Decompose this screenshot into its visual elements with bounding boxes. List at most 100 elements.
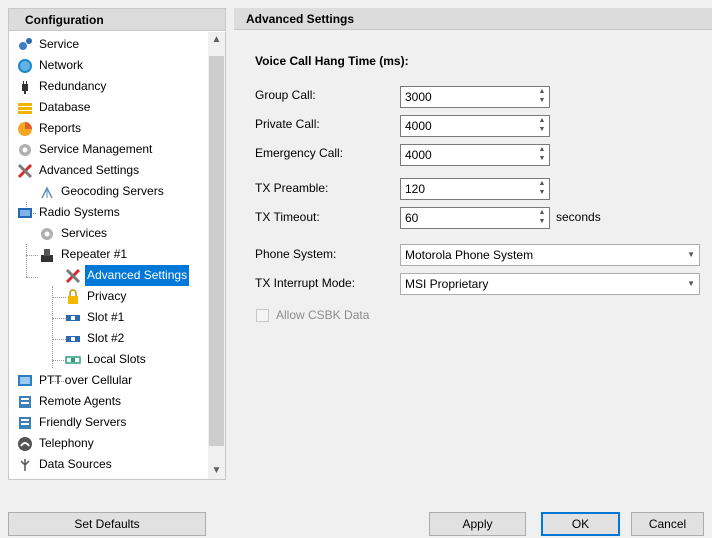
configuration-header: Configuration xyxy=(9,9,225,31)
tx-timeout-unit: seconds xyxy=(556,210,601,224)
redundancy-plug-icon xyxy=(17,79,33,95)
slot-icon xyxy=(65,331,81,347)
advanced-settings-panel: Advanced Settings Voice Call Hang Time (… xyxy=(234,8,712,480)
tree-item-slot-2[interactable]: Slot #2 xyxy=(65,328,126,349)
friendly-servers-icon xyxy=(17,415,33,431)
tree-item-advanced-settings[interactable]: Advanced Settings xyxy=(65,265,190,286)
chevron-down-icon[interactable]: ▼ xyxy=(687,245,695,265)
tree-item-label: Network xyxy=(39,58,84,72)
telephony-icon xyxy=(17,436,33,452)
emergency-call-value: 4000 xyxy=(405,148,432,162)
group-call-value: 3000 xyxy=(405,90,432,104)
apply-button[interactable]: Apply xyxy=(429,512,526,536)
tree-item-label: Slot #1 xyxy=(87,310,125,324)
tree-item-geocoding-servers[interactable]: Geocoding Servers xyxy=(39,181,166,202)
tree-item-data-sources[interactable]: Data Sources xyxy=(17,454,114,475)
tx-timeout-label: TX Timeout: xyxy=(255,210,320,224)
geocoding-icon xyxy=(39,184,55,200)
private-call-spinner[interactable]: 4000 ▲ ▼ xyxy=(400,115,550,137)
tx-interrupt-select[interactable]: MSI Proprietary ▼ xyxy=(400,273,700,295)
tree-item-advanced-settings[interactable]: Advanced Settings xyxy=(17,160,141,181)
allow-csbk-checkbox[interactable] xyxy=(256,309,269,322)
slot-icon xyxy=(65,310,81,326)
tree-item-label: Email xyxy=(37,475,71,479)
tree-item-label: Geocoding Servers xyxy=(61,184,164,198)
service-gear-icon xyxy=(17,37,33,53)
tree-item-service[interactable]: Service xyxy=(17,34,81,55)
radio-systems-icon xyxy=(17,205,33,221)
phone-system-label: Phone System: xyxy=(255,247,337,261)
configuration-panel: Configuration Service Network Redundancy Da… xyxy=(8,8,226,480)
tree-item-label: Data Sources xyxy=(39,457,112,471)
tree-item-friendly-servers[interactable]: Friendly Servers xyxy=(17,412,128,433)
tree-item-radio-systems[interactable]: Radio Systems xyxy=(17,202,122,223)
private-call-label: Private Call: xyxy=(255,117,320,131)
tree-item-label: Repeater #1 xyxy=(61,247,128,261)
tree-item-label: Services xyxy=(61,226,108,240)
tree-item-privacy[interactable]: Privacy xyxy=(65,286,128,307)
emergency-call-spinner[interactable]: 4000 ▲ ▼ xyxy=(400,144,550,166)
repeater-icon xyxy=(39,247,55,263)
tree-item-email[interactable]: Email xyxy=(17,475,71,479)
gear-icon xyxy=(17,142,33,158)
tree-item-network[interactable]: Network xyxy=(17,55,85,76)
tree-item-label: Privacy xyxy=(87,289,127,303)
tree-item-redundancy[interactable]: Redundancy xyxy=(17,76,108,97)
phone-system-select[interactable]: Motorola Phone System ▼ xyxy=(400,244,700,266)
tx-interrupt-label: TX Interrupt Mode: xyxy=(255,276,356,290)
spin-arrows-icon[interactable]: ▲ ▼ xyxy=(535,208,549,228)
remote-agents-icon xyxy=(17,394,33,410)
spin-arrows-icon[interactable]: ▲ ▼ xyxy=(535,87,549,107)
tree-item-label: Slot #2 xyxy=(87,331,125,345)
ptt-cellular-icon xyxy=(17,373,33,389)
tree-item-label: Advanced Settings xyxy=(39,163,140,177)
tree-item-label: PTT over Cellular xyxy=(39,373,133,387)
hang-time-section-title: Voice Call Hang Time (ms): xyxy=(255,54,409,68)
tree-item-reports[interactable]: Reports xyxy=(17,118,83,139)
tree-item-label: Telephony xyxy=(39,436,94,450)
tree-item-slot-1[interactable]: Slot #1 xyxy=(65,307,126,328)
scroll-thumb[interactable] xyxy=(209,56,224,446)
tree-item-label: Friendly Servers xyxy=(39,415,127,429)
spin-arrows-icon[interactable]: ▲ ▼ xyxy=(535,116,549,136)
data-sources-icon xyxy=(17,457,33,473)
tree-item-repeater-1[interactable]: Repeater #1 xyxy=(39,244,129,265)
chevron-down-icon[interactable]: ▼ xyxy=(687,274,695,294)
tree-item-telephony[interactable]: Telephony xyxy=(17,433,96,454)
tx-timeout-value: 60 xyxy=(405,211,419,225)
spin-arrows-icon[interactable]: ▲ ▼ xyxy=(535,179,549,199)
group-call-label: Group Call: xyxy=(255,88,316,102)
tree-item-label: Service xyxy=(39,37,80,51)
tree-item-label: Remote Agents xyxy=(39,394,122,408)
tree-scrollbar[interactable]: ▲ ▼ xyxy=(208,32,225,479)
gear-icon xyxy=(39,226,55,242)
configuration-tree: Service Network Redundancy Database Reports S… xyxy=(9,32,211,479)
advanced-settings-header: Advanced Settings xyxy=(234,8,712,30)
tx-timeout-spinner[interactable]: 60 ▲ ▼ xyxy=(400,207,550,229)
scroll-down-icon[interactable]: ▼ xyxy=(208,463,225,479)
tree-item-services[interactable]: Services xyxy=(39,223,109,244)
tools-icon xyxy=(65,268,81,284)
tx-preamble-spinner[interactable]: 120 ▲ ▼ xyxy=(400,178,550,200)
set-defaults-button[interactable]: Set Defaults xyxy=(8,512,206,536)
tx-interrupt-value: MSI Proprietary xyxy=(405,277,489,291)
ok-button[interactable]: OK xyxy=(541,512,620,536)
emergency-call-label: Emergency Call: xyxy=(255,146,344,160)
tree-item-label: Local Slots xyxy=(87,352,146,366)
email-icon xyxy=(17,478,33,480)
tools-icon xyxy=(17,163,33,179)
tree-item-database[interactable]: Database xyxy=(17,97,92,118)
spin-arrows-icon[interactable]: ▲ ▼ xyxy=(535,145,549,165)
group-call-spinner[interactable]: 3000 ▲ ▼ xyxy=(400,86,550,108)
tree-item-service-management[interactable]: Service Management xyxy=(17,139,154,160)
tree-item-remote-agents[interactable]: Remote Agents xyxy=(17,391,123,412)
tx-preamble-label: TX Preamble: xyxy=(255,181,329,195)
reports-icon xyxy=(17,121,33,137)
cancel-button[interactable]: Cancel xyxy=(631,512,704,536)
tree-item-label: Reports xyxy=(39,121,82,135)
tree-item-local-slots[interactable]: Local Slots xyxy=(65,349,148,370)
tree-item-ptt-over-cellular[interactable]: PTT over Cellular xyxy=(17,370,134,391)
allow-csbk-label: Allow CSBK Data xyxy=(276,308,370,322)
scroll-up-icon[interactable]: ▲ xyxy=(208,32,225,48)
tree-item-label: Redundancy xyxy=(39,79,107,93)
